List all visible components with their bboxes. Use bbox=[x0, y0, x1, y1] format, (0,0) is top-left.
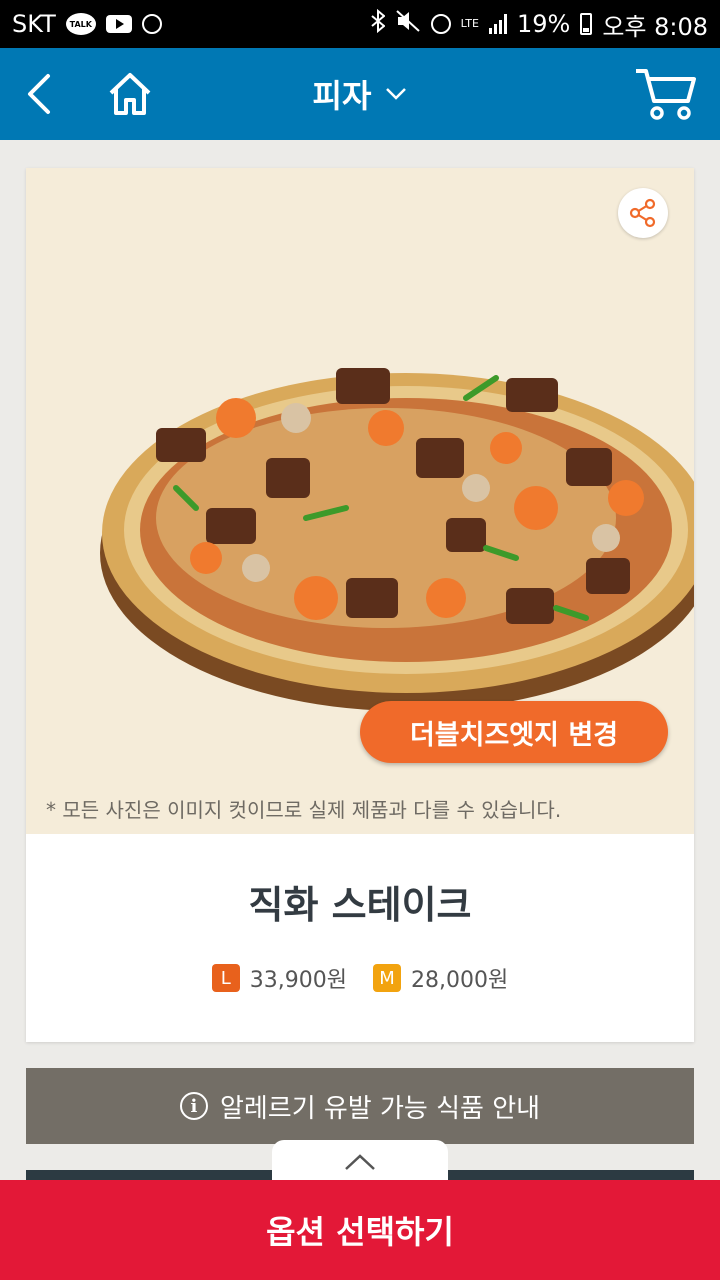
bluetooth-icon bbox=[371, 8, 386, 39]
product-card: 더블치즈엣지 변경 * 모든 사진은 이미지 컷이므로 실제 제품과 다를 수 … bbox=[26, 168, 694, 1042]
share-button[interactable] bbox=[618, 188, 668, 238]
select-option-button[interactable]: 옵션 선택하기 bbox=[0, 1180, 720, 1280]
lte-indicator: LTE bbox=[460, 17, 479, 30]
youtube-icon bbox=[105, 15, 132, 33]
chevron-up-icon bbox=[345, 1154, 375, 1170]
status-right: LTE 19% 오후 8:08 bbox=[371, 7, 708, 42]
expand-panel-tab[interactable] bbox=[272, 1140, 448, 1184]
price-list: L 33,900원 M 28,000원 bbox=[26, 962, 694, 994]
alarm-icon bbox=[141, 14, 162, 34]
battery-icon bbox=[580, 13, 593, 35]
cart-button[interactable] bbox=[630, 48, 700, 140]
carrier-label: SKT bbox=[12, 10, 56, 38]
status-bar: SKT TALK LTE 19% 오후 8:08 bbox=[0, 0, 720, 48]
price-large: 33,900원 bbox=[249, 968, 347, 993]
cart-icon bbox=[636, 69, 696, 120]
signal-icon bbox=[488, 14, 507, 34]
pizza-image bbox=[100, 368, 694, 711]
share-icon bbox=[629, 198, 656, 228]
chevron-down-icon bbox=[386, 88, 407, 100]
edge-change-button[interactable]: 더블치즈엣지 변경 bbox=[360, 701, 668, 763]
status-left: SKT TALK bbox=[12, 10, 162, 38]
allergy-info-label: 알레르기 유발 가능 식품 안내 bbox=[219, 1093, 541, 1124]
page-title: 피자 bbox=[312, 77, 372, 115]
category-selector[interactable]: 피자 bbox=[0, 48, 720, 140]
app-header: 피자 bbox=[0, 48, 720, 140]
price-medium: 28,000원 bbox=[411, 968, 509, 993]
battery-percent: 19% bbox=[516, 10, 571, 38]
alarm-clock-icon bbox=[430, 14, 451, 34]
kakaotalk-icon: TALK bbox=[65, 13, 96, 35]
price-item-large: L 33,900원 bbox=[211, 962, 347, 994]
allergy-info-button[interactable]: i 알레르기 유발 가능 식품 안내 bbox=[26, 1068, 694, 1144]
price-item-medium: M 28,000원 bbox=[373, 962, 508, 994]
image-disclaimer: * 모든 사진은 이미지 컷이므로 실제 제품과 다를 수 있습니다. bbox=[46, 798, 562, 822]
mute-icon bbox=[395, 9, 421, 39]
info-icon: i bbox=[179, 1092, 208, 1120]
product-name: 직화 스테이크 bbox=[248, 883, 472, 927]
clock: 오후 8:08 bbox=[602, 12, 708, 41]
size-badge-large: L bbox=[211, 964, 240, 992]
size-badge-medium: M bbox=[373, 964, 401, 992]
product-photo-area: 더블치즈엣지 변경 * 모든 사진은 이미지 컷이므로 실제 제품과 다를 수 … bbox=[26, 168, 694, 834]
